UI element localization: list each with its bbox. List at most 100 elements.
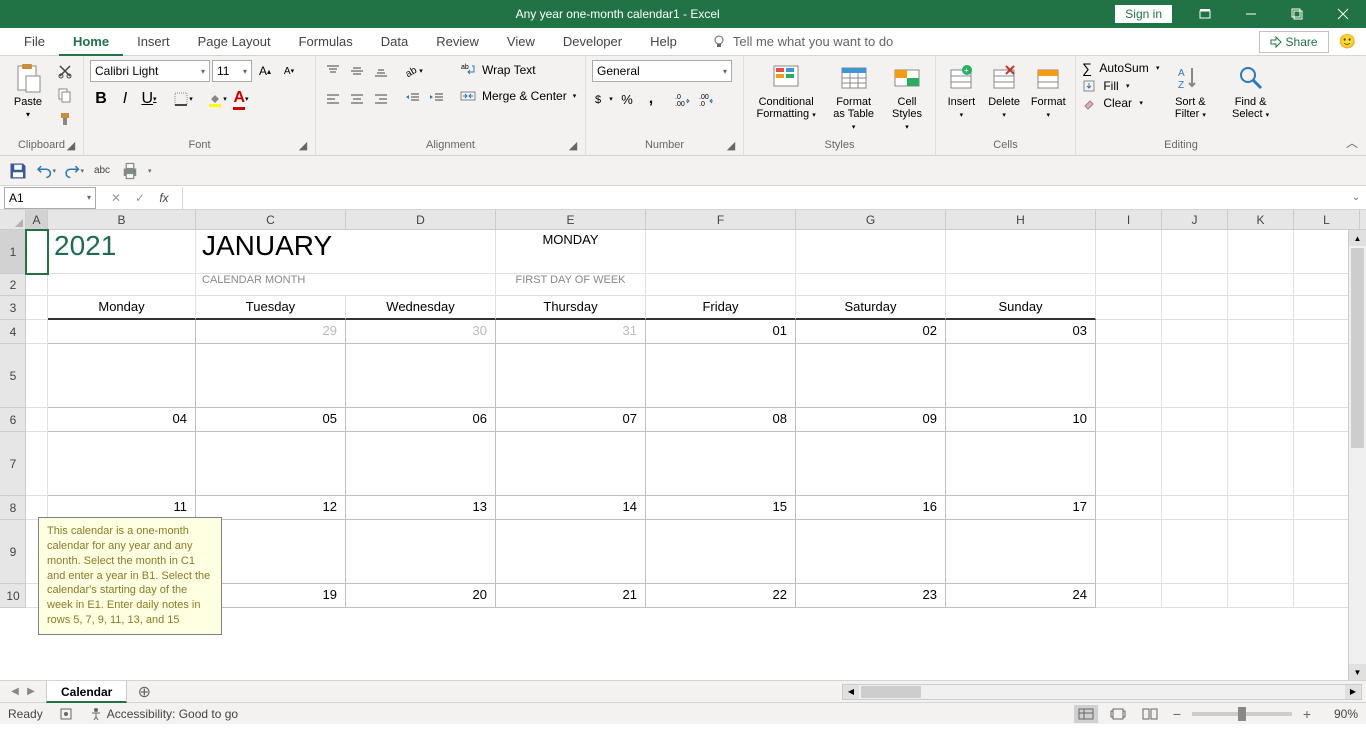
cell[interactable]: 10 (946, 408, 1096, 432)
tellme-search[interactable]: Tell me what you want to do (711, 34, 893, 50)
cell[interactable] (946, 432, 1096, 496)
decrease-font-button[interactable]: A▾ (278, 60, 300, 82)
cell[interactable] (1096, 432, 1162, 496)
cell[interactable] (1162, 344, 1228, 408)
cell[interactable] (196, 344, 346, 408)
cell[interactable] (1162, 520, 1228, 584)
row-header-5[interactable]: 5 (0, 344, 26, 408)
enter-formula-button[interactable]: ✓ (130, 188, 150, 208)
tab-home[interactable]: Home (59, 28, 123, 56)
align-top-button[interactable] (322, 60, 344, 82)
cell[interactable] (946, 520, 1096, 584)
fill-color-button[interactable]: ▾ (206, 88, 228, 110)
col-header-H[interactable]: H (946, 210, 1096, 230)
redo-button[interactable]: ▾ (64, 161, 84, 181)
col-header-D[interactable]: D (346, 210, 496, 230)
cell[interactable] (346, 520, 496, 584)
orientation-button[interactable]: ab▾ (402, 60, 424, 82)
minimize-button[interactable] (1228, 0, 1274, 28)
hscroll-left-button[interactable]: ◀ (843, 685, 859, 699)
cell[interactable] (48, 274, 196, 296)
cell[interactable]: 04 (48, 408, 196, 432)
save-button[interactable] (8, 161, 28, 181)
cell[interactable]: Sunday (946, 296, 1096, 320)
font-name-combo[interactable]: Calibri Light▾ (90, 60, 210, 82)
col-header-E[interactable]: E (496, 210, 646, 230)
quickprint-button[interactable] (120, 161, 140, 181)
cell[interactable] (1162, 432, 1228, 496)
wrap-text-button[interactable]: ab Wrap Text (458, 60, 578, 80)
cell[interactable] (26, 432, 48, 496)
cell[interactable] (496, 344, 646, 408)
cell[interactable] (1228, 584, 1294, 608)
cell[interactable] (646, 520, 796, 584)
signin-button[interactable]: Sign in (1115, 5, 1172, 23)
select-all-corner[interactable] (0, 210, 26, 230)
cut-button[interactable] (54, 60, 76, 82)
cell[interactable] (1162, 496, 1228, 520)
cell[interactable] (1096, 320, 1162, 344)
insert-function-button[interactable]: fx (154, 188, 174, 208)
bold-button[interactable]: B (90, 88, 112, 110)
insert-cells-button[interactable]: + Insert▾ (942, 60, 981, 122)
cell[interactable]: 05 (196, 408, 346, 432)
cell[interactable]: 23 (796, 584, 946, 608)
cell[interactable] (26, 274, 48, 296)
col-header-C[interactable]: C (196, 210, 346, 230)
ribbon-display-options-button[interactable] (1182, 0, 1228, 28)
cell[interactable] (26, 408, 48, 432)
clear-button[interactable]: Clear ▾ (1082, 96, 1160, 110)
row-header-10[interactable]: 10 (0, 584, 26, 608)
cell[interactable]: 13 (346, 496, 496, 520)
increase-decimal-button[interactable]: .0.00 (672, 88, 694, 110)
cell[interactable]: Friday (646, 296, 796, 320)
font-color-button[interactable]: A▾ (230, 88, 252, 110)
cell[interactable]: Tuesday (196, 296, 346, 320)
accounting-format-button[interactable]: $▾ (592, 88, 614, 110)
cell[interactable] (1228, 230, 1294, 274)
cell[interactable] (646, 230, 796, 274)
tab-scroll-right-button[interactable]: ▶ (24, 685, 38, 699)
underline-button[interactable]: U▾ (138, 88, 160, 110)
cell[interactable] (1162, 320, 1228, 344)
cell-styles-button[interactable]: Cell Styles ▾ (885, 60, 929, 134)
align-center-button[interactable] (346, 88, 368, 110)
feedback-emoji-icon[interactable]: 🙂 (1339, 33, 1356, 50)
cell[interactable]: FIRST DAY OF WEEK (496, 274, 646, 296)
name-box[interactable]: A1▾ (4, 187, 96, 209)
cell[interactable] (1228, 320, 1294, 344)
scroll-up-button[interactable]: ▲ (1349, 230, 1366, 246)
cell[interactable] (26, 320, 48, 344)
borders-button[interactable]: ▾ (172, 88, 194, 110)
cell[interactable]: 02 (796, 320, 946, 344)
row-header-9[interactable]: 9 (0, 520, 26, 584)
cell[interactable] (48, 320, 196, 344)
copy-button[interactable] (54, 84, 76, 106)
vertical-scrollbar[interactable]: ▲ ▼ (1348, 230, 1366, 680)
align-bottom-button[interactable] (370, 60, 392, 82)
row-header-3[interactable]: 3 (0, 296, 26, 320)
tab-review[interactable]: Review (422, 28, 493, 56)
cell[interactable] (1096, 230, 1162, 274)
expand-formula-bar-button[interactable]: ⌄ (1346, 192, 1366, 203)
normal-view-button[interactable] (1074, 705, 1098, 723)
align-left-button[interactable] (322, 88, 344, 110)
row-header-7[interactable]: 7 (0, 432, 26, 496)
macro-record-icon[interactable] (59, 707, 73, 721)
col-header-F[interactable]: F (646, 210, 796, 230)
cell[interactable] (26, 296, 48, 320)
hscroll-right-button[interactable]: ▶ (1345, 685, 1361, 699)
col-header-A[interactable]: A (26, 210, 48, 230)
cell[interactable] (796, 432, 946, 496)
delete-cells-button[interactable]: Delete▾ (985, 60, 1024, 122)
format-painter-button[interactable] (54, 108, 76, 130)
col-header-J[interactable]: J (1162, 210, 1228, 230)
zoom-out-button[interactable]: − (1170, 706, 1184, 722)
align-right-button[interactable] (370, 88, 392, 110)
cell[interactable] (196, 432, 346, 496)
cell[interactable]: CALENDAR MONTH (196, 274, 496, 296)
collapse-ribbon-button[interactable]: ︿ (1346, 134, 1358, 151)
new-sheet-button[interactable]: ⊕ (133, 682, 155, 702)
cell[interactable] (48, 344, 196, 408)
col-header-G[interactable]: G (796, 210, 946, 230)
